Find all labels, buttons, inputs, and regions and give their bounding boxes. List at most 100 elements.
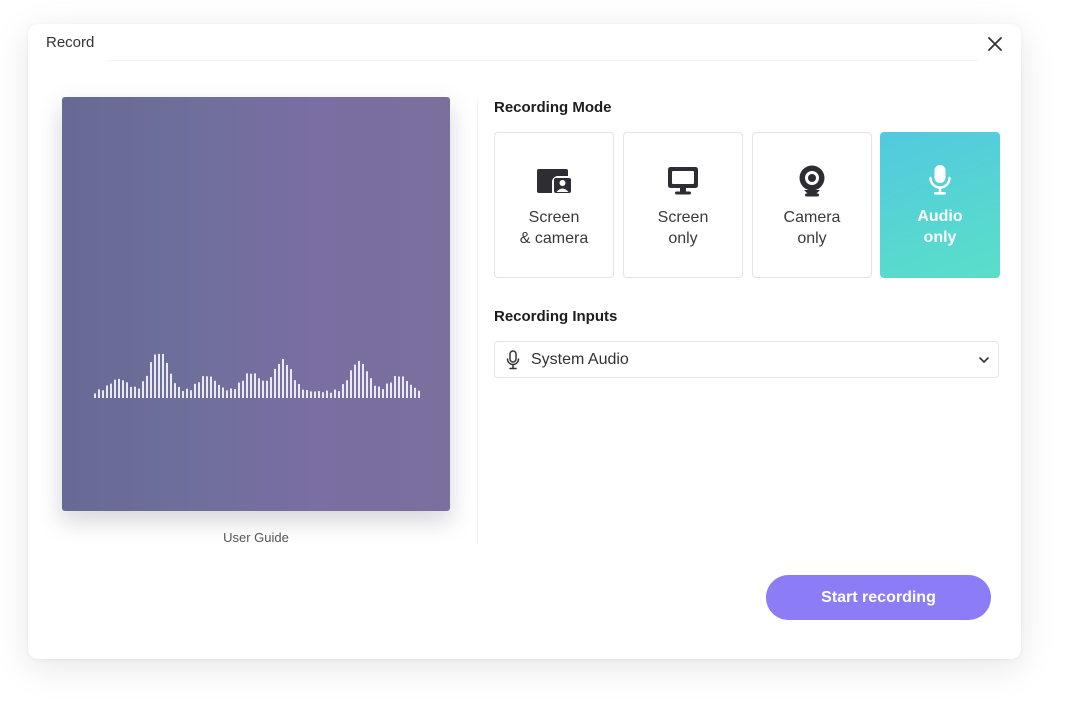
audio-waveform bbox=[94, 353, 420, 398]
waveform-bar bbox=[174, 383, 176, 398]
waveform-bar bbox=[334, 389, 336, 398]
waveform-bar bbox=[158, 353, 160, 398]
waveform-bar bbox=[214, 380, 216, 398]
waveform-bar bbox=[138, 388, 140, 398]
chevron-down-icon bbox=[979, 356, 989, 363]
waveform-bar bbox=[274, 368, 276, 398]
waveform-bar bbox=[386, 383, 388, 398]
waveform-bar bbox=[194, 383, 196, 398]
waveform-bar bbox=[270, 377, 272, 398]
waveform-bar bbox=[314, 391, 316, 398]
screen-camera-icon bbox=[537, 169, 571, 193]
waveform-bar bbox=[262, 380, 264, 398]
webcam-icon bbox=[799, 165, 825, 197]
waveform-bar bbox=[258, 378, 260, 398]
waveform-bar bbox=[298, 383, 300, 398]
waveform-bar bbox=[110, 383, 112, 398]
waveform-bar bbox=[414, 387, 416, 398]
waveform-bar bbox=[418, 390, 420, 398]
waveform-bar bbox=[226, 390, 228, 398]
waveform-bar bbox=[122, 380, 124, 398]
mode-screen-only[interactable]: Screen only bbox=[623, 132, 743, 278]
waveform-bar bbox=[306, 390, 308, 398]
waveform-bar bbox=[394, 376, 396, 398]
microphone-icon bbox=[929, 165, 951, 195]
waveform-bar bbox=[246, 373, 248, 398]
waveform-bar bbox=[370, 378, 372, 398]
mode-screen-camera[interactable]: Screen & camera bbox=[494, 132, 614, 278]
waveform-bar bbox=[398, 376, 400, 398]
waveform-bar bbox=[330, 392, 332, 398]
record-dialog: Record User Guide Recording Mode Screen … bbox=[28, 24, 1021, 659]
audio-preview bbox=[62, 97, 450, 511]
waveform-bar bbox=[410, 384, 412, 398]
waveform-bar bbox=[326, 390, 328, 398]
title-divider bbox=[108, 60, 977, 61]
waveform-bar bbox=[190, 390, 192, 398]
waveform-bar bbox=[150, 362, 152, 398]
waveform-bar bbox=[290, 369, 292, 398]
waveform-bar bbox=[378, 386, 380, 398]
waveform-bar bbox=[230, 388, 232, 398]
waveform-bar bbox=[374, 385, 376, 398]
recording-mode-options: Screen & camera Screen only Camera only … bbox=[494, 132, 1000, 278]
waveform-bar bbox=[250, 373, 252, 398]
waveform-bar bbox=[218, 384, 220, 398]
waveform-bar bbox=[242, 380, 244, 398]
waveform-bar bbox=[106, 385, 108, 398]
waveform-bar bbox=[366, 371, 368, 398]
waveform-bar bbox=[318, 391, 320, 398]
recording-inputs-label: Recording Inputs bbox=[494, 308, 618, 325]
waveform-bar bbox=[162, 353, 164, 398]
waveform-bar bbox=[302, 389, 304, 398]
waveform-bar bbox=[322, 392, 324, 398]
waveform-bar bbox=[98, 389, 100, 398]
waveform-bar bbox=[342, 384, 344, 398]
waveform-bar bbox=[114, 379, 116, 398]
waveform-bar bbox=[390, 382, 392, 398]
waveform-bar bbox=[206, 376, 208, 398]
waveform-bar bbox=[346, 380, 348, 398]
waveform-bar bbox=[350, 370, 352, 398]
waveform-bar bbox=[102, 390, 104, 398]
preview-caption: User Guide bbox=[223, 530, 289, 545]
recording-mode-label: Recording Mode bbox=[494, 99, 612, 116]
waveform-bar bbox=[358, 360, 360, 398]
waveform-bar bbox=[154, 354, 156, 398]
start-recording-button[interactable]: Start recording bbox=[766, 575, 991, 620]
waveform-bar bbox=[294, 380, 296, 398]
waveform-bar bbox=[182, 391, 184, 398]
waveform-bar bbox=[406, 380, 408, 398]
mode-camera-only[interactable]: Camera only bbox=[752, 132, 872, 278]
waveform-bar bbox=[310, 391, 312, 398]
waveform-bar bbox=[354, 364, 356, 398]
waveform-bar bbox=[118, 378, 120, 398]
waveform-bar bbox=[282, 358, 284, 398]
waveform-bar bbox=[198, 382, 200, 398]
waveform-bar bbox=[146, 375, 148, 398]
waveform-bar bbox=[142, 381, 144, 398]
waveform-bar bbox=[202, 376, 204, 398]
close-button[interactable] bbox=[983, 32, 1007, 56]
waveform-bar bbox=[266, 380, 268, 398]
selected-input-value: System Audio bbox=[531, 350, 629, 368]
waveform-bar bbox=[402, 376, 404, 398]
waveform-bar bbox=[210, 376, 212, 398]
waveform-bar bbox=[278, 363, 280, 398]
close-icon bbox=[988, 37, 1002, 51]
waveform-bar bbox=[222, 387, 224, 398]
waveform-bar bbox=[238, 382, 240, 398]
waveform-bar bbox=[134, 386, 136, 398]
dialog-title: Record bbox=[46, 34, 95, 51]
waveform-bar bbox=[170, 373, 172, 398]
waveform-bar bbox=[178, 386, 180, 398]
waveform-bar bbox=[130, 386, 132, 398]
panel-divider bbox=[477, 99, 478, 544]
mode-audio-only[interactable]: Audio only bbox=[880, 132, 1000, 278]
waveform-bar bbox=[338, 391, 340, 398]
waveform-bar bbox=[254, 373, 256, 398]
waveform-bar bbox=[382, 389, 384, 398]
recording-input-select[interactable]: System Audio bbox=[494, 341, 999, 378]
waveform-bar bbox=[186, 388, 188, 398]
waveform-bar bbox=[94, 393, 96, 398]
